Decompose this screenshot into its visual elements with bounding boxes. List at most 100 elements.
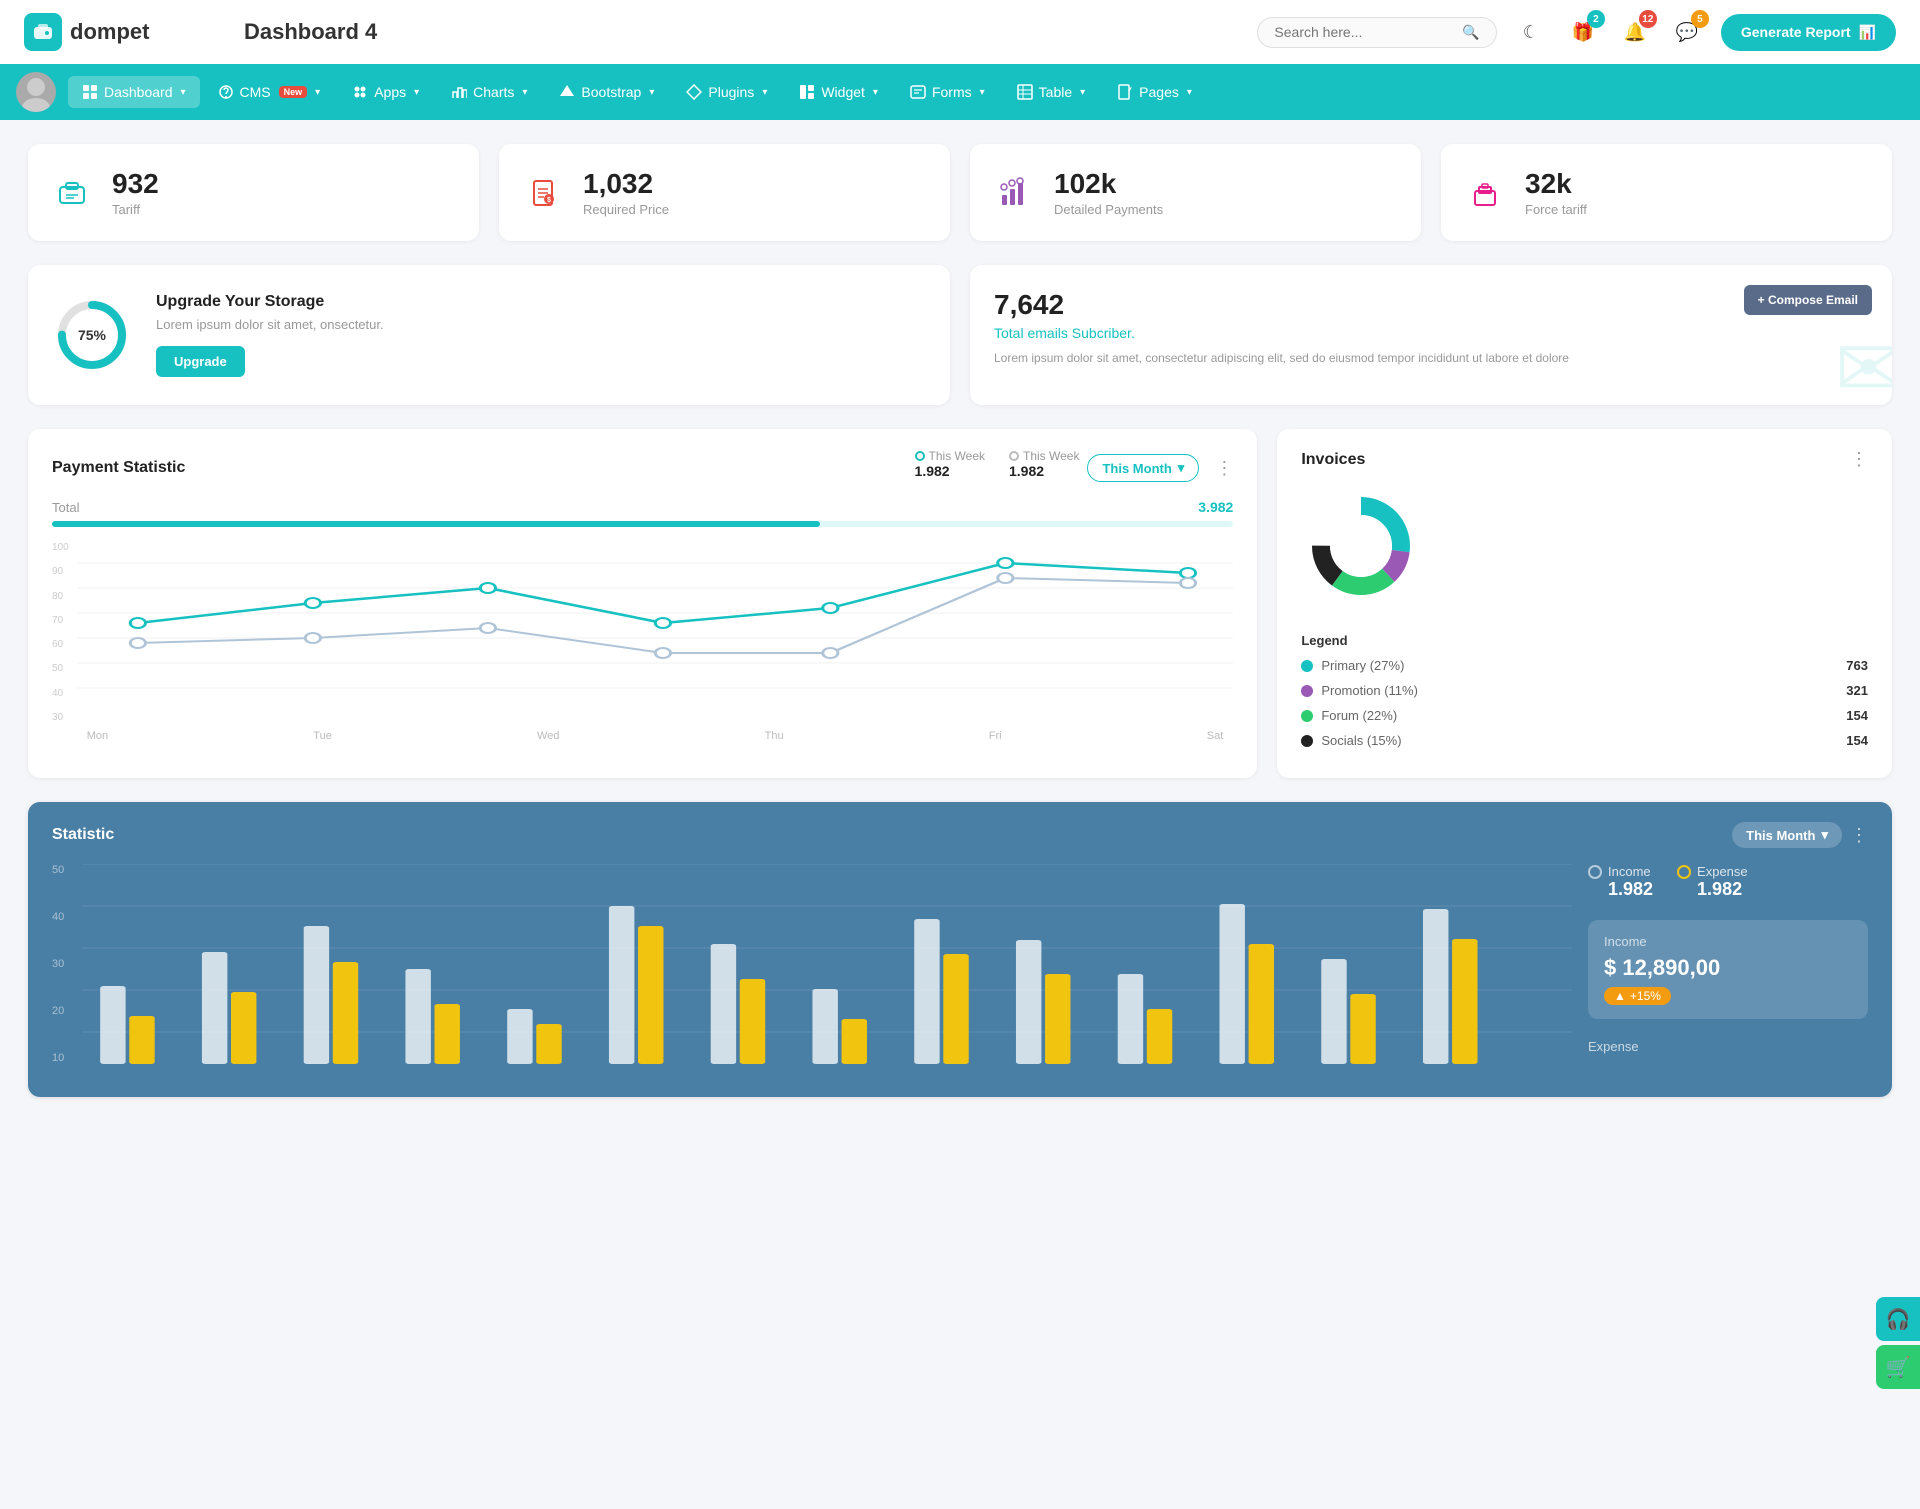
legend-val-2: 1.982: [1009, 463, 1079, 479]
stat-number-payments: 102k: [1054, 168, 1163, 200]
legend-label-2: This Week: [1009, 449, 1079, 463]
stat-card-info: 932 Tariff: [112, 168, 159, 217]
nav-item-bootstrap[interactable]: Bootstrap ▾: [545, 76, 668, 108]
chevron-down-icon-forms: ▾: [980, 87, 985, 98]
nav-item-charts[interactable]: Charts ▾: [437, 76, 541, 108]
nav-item-widget[interactable]: Widget ▾: [785, 76, 892, 108]
line-chart-wrapper: 30 40 50 60 70 80 90 100: [52, 543, 1233, 742]
upgrade-button[interactable]: Upgrade: [156, 346, 245, 377]
middle-row: 75% Upgrade Your Storage Lorem ipsum dol…: [28, 265, 1892, 405]
legend-name-promotion: Promotion (11%): [1301, 683, 1846, 698]
income-legend-val: 1.982: [1608, 879, 1653, 900]
income-amount: $ 12,890,00: [1604, 955, 1852, 981]
email-description: Lorem ipsum dolor sit amet, consectetur …: [994, 349, 1868, 367]
income-legend-label: Income: [1588, 864, 1653, 879]
generate-report-button[interactable]: Generate Report 📊: [1721, 14, 1896, 51]
generate-report-label: Generate Report: [1741, 24, 1851, 40]
y-label-50: 50: [52, 864, 64, 876]
payment-more-options[interactable]: ⋮: [1215, 458, 1233, 479]
chevron-down-icon-apps: ▾: [414, 87, 419, 98]
storage-info: Upgrade Your Storage Lorem ipsum dolor s…: [156, 293, 384, 377]
bell-icon-btn[interactable]: 🔔 12: [1617, 14, 1653, 50]
legend-color-primary: [1301, 660, 1313, 672]
income-box-title: Income: [1604, 934, 1852, 949]
x-label-fri: Fri: [989, 730, 1002, 742]
chevron-down-icon: ▾: [181, 87, 186, 98]
support-float-button[interactable]: 🎧: [1876, 1297, 1920, 1341]
chevron-down-icon-cms: ▾: [315, 87, 320, 98]
stat-number-tariff: 932: [112, 168, 159, 200]
chevron-down-icon-pages: ▾: [1187, 87, 1192, 98]
x-label-wed: Wed: [537, 730, 559, 742]
legend-num-promotion: 321: [1846, 683, 1868, 698]
charts-row: Payment Statistic This Week 1.982: [28, 429, 1892, 778]
legend-item-promotion: Promotion (11%) 321: [1301, 683, 1868, 698]
stat-more-options[interactable]: ⋮: [1850, 825, 1868, 846]
nav-label-widget: Widget: [821, 84, 865, 100]
stat-number-price: 1,032: [583, 168, 669, 200]
arrow-up-icon: ▲: [1614, 989, 1626, 1003]
chat-badge: 5: [1691, 10, 1709, 28]
headset-icon: 🎧: [1886, 1307, 1911, 1332]
gift-icon-btn[interactable]: 🎁 2: [1565, 14, 1601, 50]
x-axis-labels: Mon Tue Wed Thu Fri Sat: [77, 730, 1234, 742]
payment-legend: This Week 1.982 This Week 1.982: [915, 449, 1080, 479]
income-details-box: Income $ 12,890,00 ▲ +15%: [1588, 920, 1868, 1019]
nav-item-plugins[interactable]: Plugins ▾: [672, 76, 781, 108]
legend-color-promotion: [1301, 685, 1313, 697]
nav-label-apps: Apps: [374, 84, 406, 100]
search-box[interactable]: 🔍: [1257, 17, 1496, 48]
required-price-icon: $: [519, 169, 567, 217]
compose-email-button[interactable]: + Compose Email: [1744, 285, 1872, 315]
expense-legend: Expense 1.982: [1677, 864, 1748, 900]
legend-label-1: This Week: [915, 449, 985, 463]
legend-dot-1: [915, 451, 925, 461]
mail-icon: ✉: [1835, 322, 1892, 405]
stat-card-info-force: 32k Force tariff: [1525, 168, 1587, 217]
this-month-button[interactable]: This Month ▾: [1087, 454, 1199, 482]
nav-item-forms[interactable]: Forms ▾: [896, 76, 999, 108]
logo-icon: [24, 13, 62, 51]
stat-card-tariff: 932 Tariff: [28, 144, 479, 241]
chevron-down-icon-charts: ▾: [522, 87, 527, 98]
legend-name-primary: Primary (27%): [1301, 658, 1846, 673]
y-label: 100: [52, 543, 69, 553]
email-card: + Compose Email 7,642 Total emails Subcr…: [970, 265, 1892, 405]
force-tariff-icon: [1461, 169, 1509, 217]
legend-color-socials: [1301, 735, 1313, 747]
chat-icon-btn[interactable]: 💬 5: [1669, 14, 1705, 50]
storage-description: Lorem ipsum dolor sit amet, onsectetur.: [156, 317, 384, 332]
donut-chart: [1301, 486, 1421, 606]
stat-card-info-price: 1,032 Required Price: [583, 168, 669, 217]
stat-month-button[interactable]: This Month ▾: [1732, 822, 1842, 848]
nav-item-apps[interactable]: Apps ▾: [338, 76, 433, 108]
stat-number-force: 32k: [1525, 168, 1587, 200]
nav-item-cms[interactable]: CMS New ▾: [204, 76, 335, 108]
stat-card-payments: 102k Detailed Payments: [970, 144, 1421, 241]
search-input[interactable]: [1274, 24, 1454, 40]
moon-icon-btn[interactable]: ☾: [1513, 14, 1549, 50]
nav-item-table[interactable]: Table ▾: [1003, 76, 1100, 108]
bar-chart-inner: [82, 864, 1572, 1077]
expense-legend-val: 1.982: [1697, 879, 1748, 900]
nav-label-cms: CMS: [240, 84, 271, 100]
stat-chart-body: 50 40 30 20 10: [52, 864, 1868, 1077]
y-label: 50: [52, 664, 69, 674]
chevron-down-icon-widget: ▾: [873, 87, 878, 98]
svg-text:$: $: [547, 197, 551, 204]
floating-buttons: 🎧 🛒: [1876, 1297, 1920, 1389]
nav-item-dashboard[interactable]: Dashboard ▾: [68, 76, 200, 108]
tariff-icon: [48, 169, 96, 217]
cart-float-button[interactable]: 🛒: [1876, 1345, 1920, 1389]
chevron-down-icon-stat: ▾: [1821, 827, 1828, 843]
storage-circle-chart: 75%: [52, 295, 132, 375]
nav-item-pages[interactable]: Pages ▾: [1103, 76, 1206, 108]
storage-title: Upgrade Your Storage: [156, 293, 384, 311]
chevron-down-icon-month: ▾: [1178, 460, 1185, 476]
logo-text: dompet: [70, 19, 149, 45]
progress-fill: [52, 521, 820, 527]
topbar-right: 🔍 ☾ 🎁 2 🔔 12 💬 5 Generate Report 📊: [1257, 14, 1896, 51]
stat-chart-controls: This Month ▾ ⋮: [1732, 822, 1868, 848]
invoices-more-options[interactable]: ⋮: [1850, 449, 1868, 470]
this-month-label: This Month: [1102, 461, 1171, 476]
